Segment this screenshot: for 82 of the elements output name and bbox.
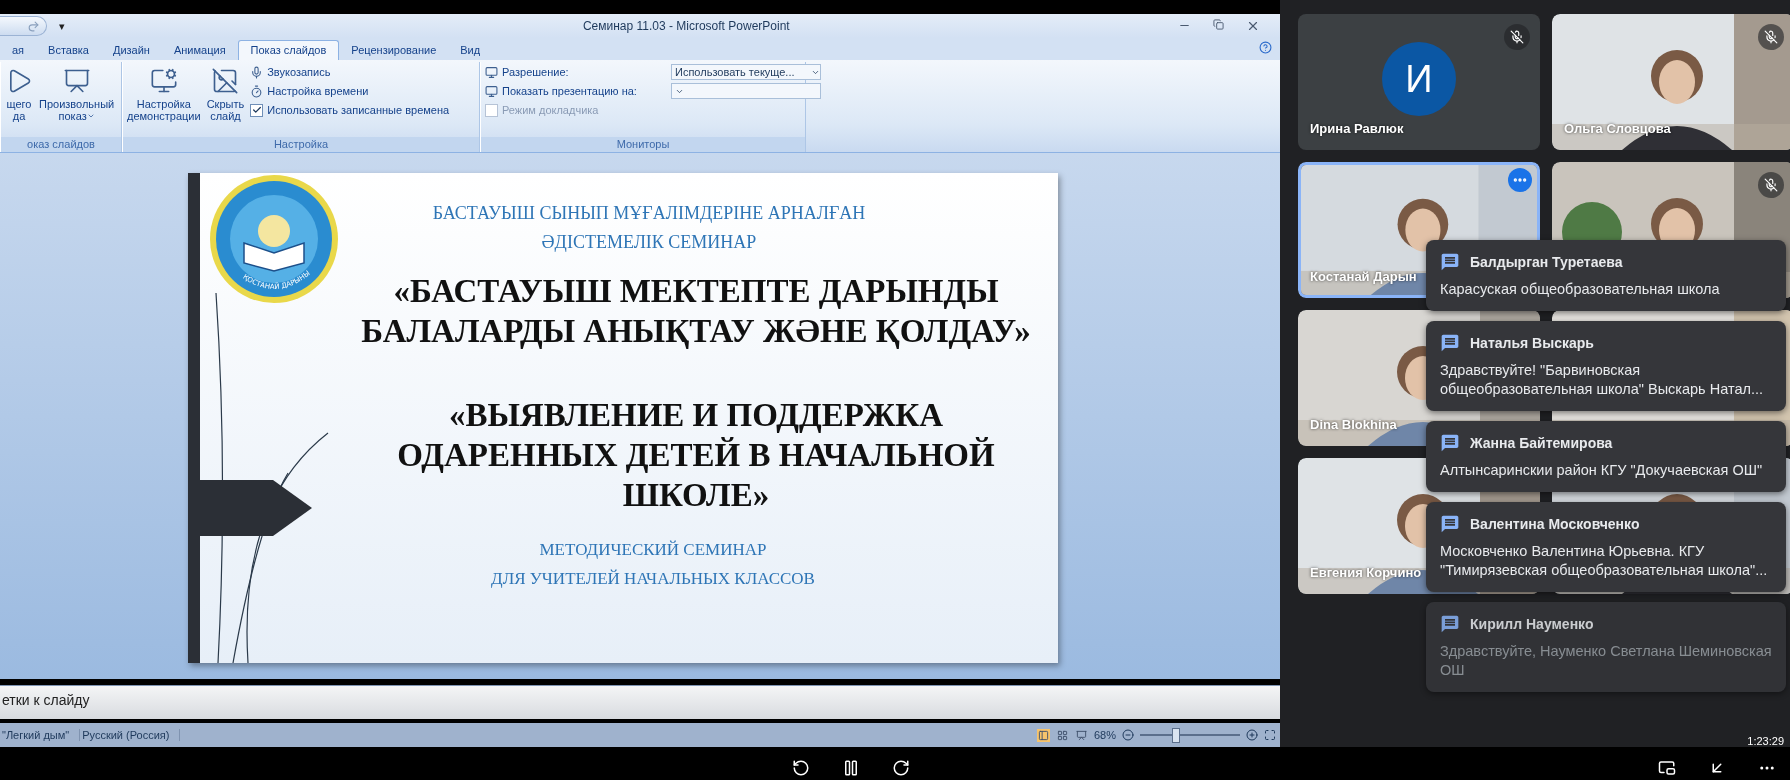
view-button[interactable]	[1055, 728, 1069, 742]
chat-notification[interactable]: Кирилл Науменко Здравствуйте, Науменко Светлана Шеминовская ОШ	[1426, 602, 1786, 692]
group-label: Настройка	[123, 137, 479, 152]
slide-subtitle: МЕТОДИЧЕСКИЙ СЕМИНАР	[539, 539, 767, 561]
forward-icon[interactable]	[892, 759, 910, 777]
check-icon	[251, 105, 262, 115]
monitor-icon	[485, 65, 498, 79]
chat-icon	[1440, 333, 1460, 353]
ribbon-button[interactable]: Настройка демонстрации	[127, 62, 201, 122]
help-icon[interactable]	[1259, 41, 1272, 54]
close-icon[interactable]	[1246, 19, 1260, 33]
pause-icon[interactable]	[842, 759, 860, 777]
chat-notification[interactable]: Валентина Московченко Московченко Валентина Юрьевна. КГУ "Тимирязевская общеобразовательная школа"...	[1426, 502, 1786, 592]
ribbon-tab[interactable]: Анимация	[161, 41, 238, 60]
slide-heading: БАСТАУЫШ СЫНЫП МҰҒАЛІМДЕРІНЕ АРНАЛҒАН	[432, 202, 866, 225]
ribbon-tab[interactable]: Вставка	[36, 41, 101, 60]
view-button[interactable]	[1036, 728, 1050, 742]
slide-subtitle: ДЛЯ УЧИТЕЛЕЙ НАЧАЛЬНЫХ КЛАССОВ	[491, 568, 815, 590]
view-button[interactable]	[1074, 728, 1088, 742]
dropdown-field[interactable]	[671, 83, 821, 99]
slide-title: «БАСТАУЫШ МЕКТЕПТЕ ДАРЫНДЫ БАЛАЛАРДЫ АНЫҚТАУ ЖӘНЕ ҚОЛДАУ»	[361, 272, 1031, 351]
zoom-level: 68%	[1093, 729, 1116, 741]
chat-message: Московченко Валентина Юрьевна. КГУ "Тимирязевская общеобразовательная школа"...	[1440, 542, 1769, 580]
participant-name: Костанай Дарын	[1310, 269, 1417, 284]
chat-notification[interactable]: Балдырган Туретаева Карасуская общеобразовательная школа	[1426, 240, 1786, 311]
chat-message: Здравствуйте, Науменко Светлана Шеминовская ОШ	[1440, 642, 1772, 680]
chat-message: Здравствуйте! "Барвиновская общеобразовательная школа" Выскарь Натал...	[1440, 361, 1764, 399]
participant-name: Ольга Словцова	[1564, 121, 1671, 136]
participant-name: Ирина Равлюк	[1310, 121, 1404, 136]
ribbon-tab[interactable]: Дизайн	[100, 41, 162, 60]
window-title: Семинар 11.03 - Microsoft PowerPoint	[582, 19, 790, 33]
monitor-icon	[485, 84, 498, 98]
sender-name: Кирилл Науменко	[1470, 616, 1594, 632]
ribbon-button[interactable]: щего да	[5, 62, 33, 122]
participant-name: Dina Blokhina	[1310, 417, 1397, 432]
status-item: Русский (Россия)	[80, 729, 181, 741]
ribbon-tab[interactable]: Рецензирование	[339, 41, 449, 60]
chat-icon	[1440, 514, 1460, 534]
chat-message: Алтынсаринскии район КГУ "Докучаевская ОШ"	[1440, 461, 1764, 480]
restore-icon[interactable]	[1213, 19, 1224, 30]
sender-name: Валентина Московченко	[1470, 516, 1640, 532]
chat-message: Карасуская общеобразовательная школа	[1440, 280, 1721, 299]
chat-icon	[1440, 614, 1460, 634]
chat-icon	[1440, 252, 1460, 272]
ribbon-button[interactable]: Произвольный показ	[39, 62, 115, 122]
ribbon-command[interactable]: Звукозапись	[250, 64, 450, 80]
caret-icon	[86, 112, 95, 120]
sender-name: Жанна Байтемирова	[1470, 435, 1613, 451]
zoom-thumb[interactable]	[1172, 727, 1180, 743]
redo-icon[interactable]	[27, 19, 40, 33]
slide-heading: ӘДІСТЕМЕЛІК СЕМИНАР	[541, 231, 757, 254]
avatar: И	[1382, 42, 1456, 117]
field-label: Разрешение:	[502, 66, 570, 78]
microphone-icon	[250, 65, 264, 79]
timer-icon	[250, 84, 264, 98]
group-label: Мониторы	[481, 137, 805, 152]
ribbon-button[interactable]: Скрыть слайд	[206, 62, 245, 122]
status-item: "Легкий дым"	[0, 729, 81, 741]
chat-icon	[1440, 433, 1460, 453]
ribbon-tab[interactable]: Вид	[448, 41, 493, 60]
notes-field[interactable]: етки к слайду	[0, 685, 1280, 719]
chat-notification[interactable]: Жанна Байтемирова Алтынсаринскии район КГУ "Докучаевская ОШ"	[1426, 421, 1786, 492]
ribbon-command[interactable]: Настройка времени	[250, 83, 450, 99]
field-label: Показать презентацию на:	[502, 85, 638, 97]
elapsed-time: 1:23:29	[1747, 735, 1784, 747]
zoom-in-icon[interactable]	[1246, 729, 1258, 741]
ribbon-tab[interactable]: Показ слайдов	[237, 40, 340, 60]
picture-in-picture-icon[interactable]	[1658, 759, 1676, 777]
dropdown-field[interactable]: Использовать текуще...	[671, 64, 821, 80]
group-label: оказ слайдов	[1, 137, 121, 152]
ribbon-checkbox[interactable]: Использовать записанные времена	[250, 102, 450, 118]
rewind-icon[interactable]	[792, 759, 810, 777]
chat-notification[interactable]: Наталья Выскарь Здравствуйте! "Барвиновская общеобразовательная школа" Выскарь Натал...	[1426, 321, 1786, 411]
fit-icon[interactable]	[1264, 729, 1276, 741]
sender-name: Наталья Выскарь	[1470, 335, 1594, 351]
sender-name: Балдырган Туретаева	[1470, 254, 1623, 270]
slide-title: «ВЫЯВЛЕНИЕ И ПОДДЕРЖКА ОДАРЕННЫХ ДЕТЕЙ В НАЧАЛЬНОЙ ШКОЛЕ»	[397, 396, 995, 515]
quick-access-menu[interactable]: ▾	[59, 19, 65, 33]
participant-tile[interactable]: И Ирина Равлюк	[1298, 14, 1540, 150]
participant-name: Евгения Корчино	[1310, 565, 1422, 580]
ribbon-tab[interactable]: ая	[0, 41, 37, 60]
zoom-out-icon[interactable]	[1122, 729, 1134, 741]
